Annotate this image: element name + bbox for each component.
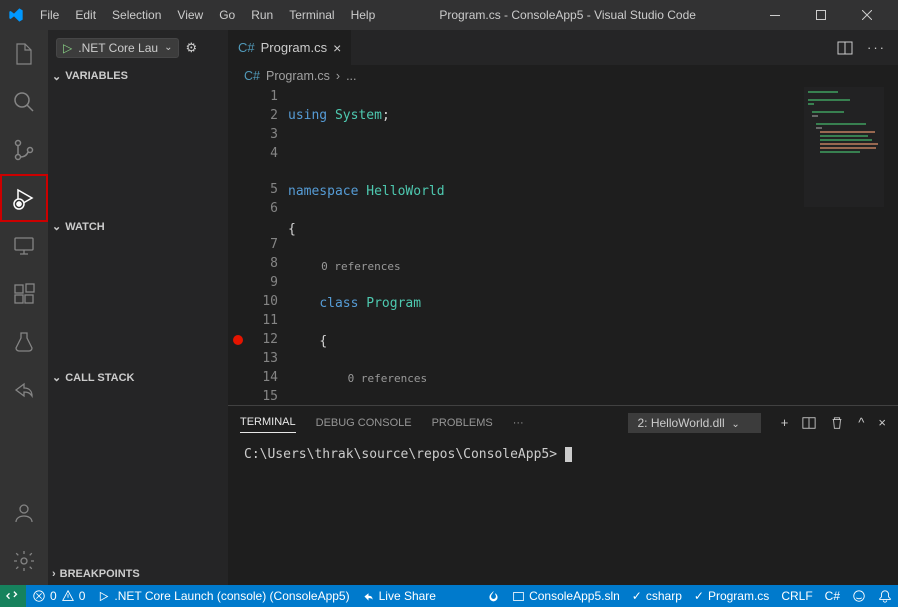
debug-toolbar: ▷ .NET Core Lau ⌄ ⚙: [48, 30, 228, 65]
variables-label: VARIABLES: [65, 70, 128, 82]
chevron-down-icon: ⌄: [52, 371, 61, 384]
breadcrumb[interactable]: C# Program.cs › ...: [228, 65, 898, 87]
window-title: Program.cs - ConsoleApp5 - Visual Studio…: [383, 8, 752, 22]
activity-bar: [0, 30, 48, 585]
tab-terminal[interactable]: TERMINAL: [240, 412, 296, 433]
status-flame[interactable]: [481, 585, 506, 607]
start-debugging-button[interactable]: ▷ .NET Core Lau ⌄: [56, 38, 179, 58]
source-control-icon[interactable]: [0, 126, 48, 174]
play-icon: ▷: [63, 41, 72, 55]
terminal-cursor: [565, 447, 572, 462]
close-button[interactable]: [844, 0, 890, 30]
code-editor[interactable]: 1 2 3 4 5 6 7 8 9 10 11 12 13 14 15 usin…: [228, 87, 898, 405]
line-numbers: 1 2 3 4 5 6 7 8 9 10 11 12 13 14 15: [248, 87, 288, 405]
panel-tabs: TERMINAL DEBUG CONSOLE PROBLEMS ··· 2: H…: [228, 406, 898, 439]
window-controls: [752, 0, 890, 30]
new-terminal-icon[interactable]: +: [781, 415, 789, 430]
debug-config-label: .NET Core Lau: [78, 41, 158, 55]
debug-settings-gear-icon[interactable]: ⚙: [185, 40, 197, 56]
more-panels-icon[interactable]: ···: [513, 413, 524, 433]
status-notifications-icon[interactable]: [872, 585, 898, 607]
variables-section-header[interactable]: ⌄ VARIABLES: [48, 65, 228, 87]
test-icon[interactable]: [0, 318, 48, 366]
tab-debug-console[interactable]: DEBUG CONSOLE: [316, 413, 412, 433]
menu-bar: File Edit Selection View Go Run Terminal…: [32, 0, 383, 30]
callstack-section-header[interactable]: ⌄ CALL STACK: [48, 367, 228, 389]
status-feedback-icon[interactable]: [846, 585, 872, 607]
status-eol[interactable]: CRLF: [775, 585, 818, 607]
terminal-prompt: C:\Users\thrak\source\repos\ConsoleApp5>: [244, 447, 557, 462]
status-language[interactable]: C#: [819, 585, 846, 607]
callstack-label: CALL STACK: [65, 372, 134, 384]
status-liveshare[interactable]: Live Share: [356, 585, 442, 607]
breakpoints-label: BREAKPOINTS: [60, 568, 140, 580]
vertical-scrollbar[interactable]: [884, 87, 898, 405]
menu-run[interactable]: Run: [243, 0, 281, 30]
status-solution[interactable]: ConsoleApp5.sln: [506, 585, 626, 607]
tab-close-icon[interactable]: ×: [333, 40, 341, 56]
menu-terminal[interactable]: Terminal: [281, 0, 342, 30]
kill-terminal-icon[interactable]: [830, 416, 844, 430]
terminal[interactable]: C:\Users\thrak\source\repos\ConsoleApp5>: [228, 439, 898, 585]
minimap[interactable]: [804, 87, 884, 207]
maximize-panel-icon[interactable]: ^: [858, 415, 864, 430]
liveshare-icon[interactable]: [0, 366, 48, 414]
terminal-selector[interactable]: 2: HelloWorld.dll ⌄: [628, 413, 760, 433]
chevron-down-icon: ⌄: [164, 42, 172, 53]
split-terminal-icon[interactable]: [802, 416, 816, 430]
codelens-references[interactable]: 0 references: [348, 372, 427, 385]
editor-area: C# Program.cs × ··· C# Program.cs › ...: [228, 30, 898, 585]
menu-edit[interactable]: Edit: [67, 0, 104, 30]
status-debug-config[interactable]: .NET Core Launch (console) (ConsoleApp5): [91, 585, 355, 607]
watch-section-header[interactable]: ⌄ WATCH: [48, 216, 228, 238]
menu-help[interactable]: Help: [343, 0, 384, 30]
breakpoint-gutter[interactable]: [228, 87, 248, 405]
menu-go[interactable]: Go: [211, 0, 243, 30]
menu-view[interactable]: View: [169, 0, 211, 30]
chevron-down-icon: ⌄: [52, 70, 61, 83]
status-bar: 0 0 .NET Core Launch (console) (ConsoleA…: [0, 585, 898, 607]
debug-sidebar: ▷ .NET Core Lau ⌄ ⚙ ⌄ VARIABLES ⌄ WATCH …: [48, 30, 228, 585]
remote-explorer-icon[interactable]: [0, 222, 48, 270]
title-bar: File Edit Selection View Go Run Terminal…: [0, 0, 898, 30]
chevron-down-icon: ⌄: [731, 419, 739, 430]
watch-label: WATCH: [65, 221, 105, 233]
csharp-file-icon: C#: [244, 69, 260, 83]
menu-selection[interactable]: Selection: [104, 0, 169, 30]
menu-file[interactable]: File: [32, 0, 67, 30]
status-diagnostics[interactable]: ✓ Program.cs: [688, 585, 775, 607]
status-language-server[interactable]: ✓ csharp: [626, 585, 688, 607]
bottom-panel: TERMINAL DEBUG CONSOLE PROBLEMS ··· 2: H…: [228, 405, 898, 585]
minimize-button[interactable]: [752, 0, 798, 30]
explorer-icon[interactable]: [0, 30, 48, 78]
breadcrumb-rest: ...: [346, 69, 356, 83]
csharp-file-icon: C#: [238, 40, 255, 55]
breakpoints-section-header[interactable]: › BREAKPOINTS: [48, 563, 228, 585]
chevron-down-icon: ⌄: [52, 220, 61, 233]
settings-gear-icon[interactable]: [0, 537, 48, 585]
chevron-right-icon: ›: [336, 69, 340, 83]
extensions-icon[interactable]: [0, 270, 48, 318]
tab-program-cs[interactable]: C# Program.cs ×: [228, 30, 352, 65]
codelens-references[interactable]: 0 references: [321, 260, 400, 273]
tab-label: Program.cs: [261, 40, 327, 55]
breadcrumb-file: Program.cs: [266, 69, 330, 83]
search-icon[interactable]: [0, 78, 48, 126]
status-problems[interactable]: 0 0: [26, 585, 91, 607]
close-panel-icon[interactable]: ×: [878, 415, 886, 430]
maximize-button[interactable]: [798, 0, 844, 30]
run-debug-icon[interactable]: [0, 174, 48, 222]
more-actions-icon[interactable]: ···: [867, 40, 886, 55]
editor-tabs: C# Program.cs × ···: [228, 30, 898, 65]
chevron-right-icon: ›: [52, 568, 56, 580]
vscode-logo-icon: [8, 7, 24, 23]
split-editor-icon[interactable]: [837, 40, 853, 56]
tab-problems[interactable]: PROBLEMS: [432, 413, 493, 433]
accounts-icon[interactable]: [0, 489, 48, 537]
remote-indicator[interactable]: [0, 585, 26, 607]
breakpoint-dot[interactable]: [233, 335, 243, 345]
